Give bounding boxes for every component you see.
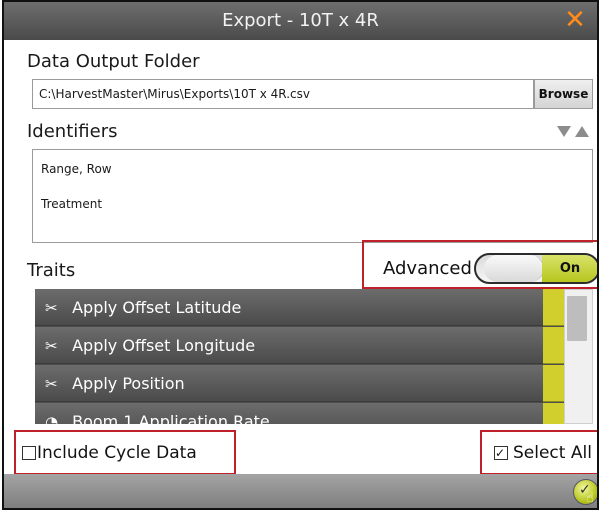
advanced-toggle[interactable]: On: [474, 253, 597, 284]
trait-row[interactable]: ◔ Boom 1 Application Rate: [35, 403, 543, 424]
satellite-icon: ✂: [45, 375, 58, 393]
identifiers-list: Range, Row Treatment: [32, 149, 593, 243]
include-cycle-checkbox[interactable]: [22, 446, 36, 460]
trait-label: Apply Offset Longitude: [72, 336, 256, 355]
reorder-arrows: [557, 124, 597, 140]
move-up-icon[interactable]: [575, 126, 589, 137]
trait-selected-marker: [543, 289, 564, 326]
identifiers-label: Identifiers: [27, 121, 118, 142]
browse-button[interactable]: Browse: [534, 79, 593, 109]
trait-label: Boom 1 Application Rate: [72, 412, 270, 424]
scrollbar-thumb[interactable]: [567, 296, 587, 341]
select-all-label[interactable]: Select All: [513, 443, 592, 463]
satellite-icon: ✂: [45, 337, 58, 355]
advanced-label: Advanced: [383, 258, 472, 279]
check-icon: ✓: [495, 446, 506, 460]
satellite-icon: ✂: [45, 299, 58, 317]
trait-selected-marker: [543, 403, 564, 424]
output-folder-label: Data Output Folder: [27, 51, 200, 72]
identifier-item[interactable]: Range, Row: [41, 162, 112, 176]
dialog-footer: [4, 474, 597, 508]
close-icon[interactable]: ✕: [561, 6, 589, 34]
traits-list: ✂ Apply Offset Latitude ✂ Apply Offset L…: [35, 289, 564, 424]
toggle-knob[interactable]: [484, 255, 544, 282]
toggle-state: On: [542, 255, 597, 282]
gauge-icon: ◔: [45, 413, 59, 424]
trait-label: Apply Offset Latitude: [72, 298, 242, 317]
hand-cursor-icon: ☝: [586, 491, 594, 506]
move-down-icon[interactable]: [557, 126, 571, 137]
export-dialog: Export - 10T x 4R ✕ Data Output Folder C…: [2, 0, 599, 510]
trait-selected-marker: [543, 365, 564, 402]
trait-row[interactable]: ✂ Apply Offset Longitude: [35, 327, 543, 364]
include-cycle-label[interactable]: Include Cycle Data: [37, 443, 197, 463]
traits-label: Traits: [27, 260, 76, 281]
trait-row[interactable]: ✂ Apply Position: [35, 365, 543, 402]
output-path-field[interactable]: C:\HarvestMaster\Mirus\Exports\10T x 4R.…: [32, 79, 534, 109]
trait-label: Apply Position: [72, 374, 185, 393]
trait-row[interactable]: ✂ Apply Offset Latitude: [35, 289, 543, 326]
identifier-item[interactable]: Treatment: [41, 197, 102, 211]
window-title: Export - 10T x 4R: [222, 10, 379, 31]
title-bar: Export - 10T x 4R ✕: [4, 2, 597, 40]
trait-selected-marker: [543, 327, 564, 364]
